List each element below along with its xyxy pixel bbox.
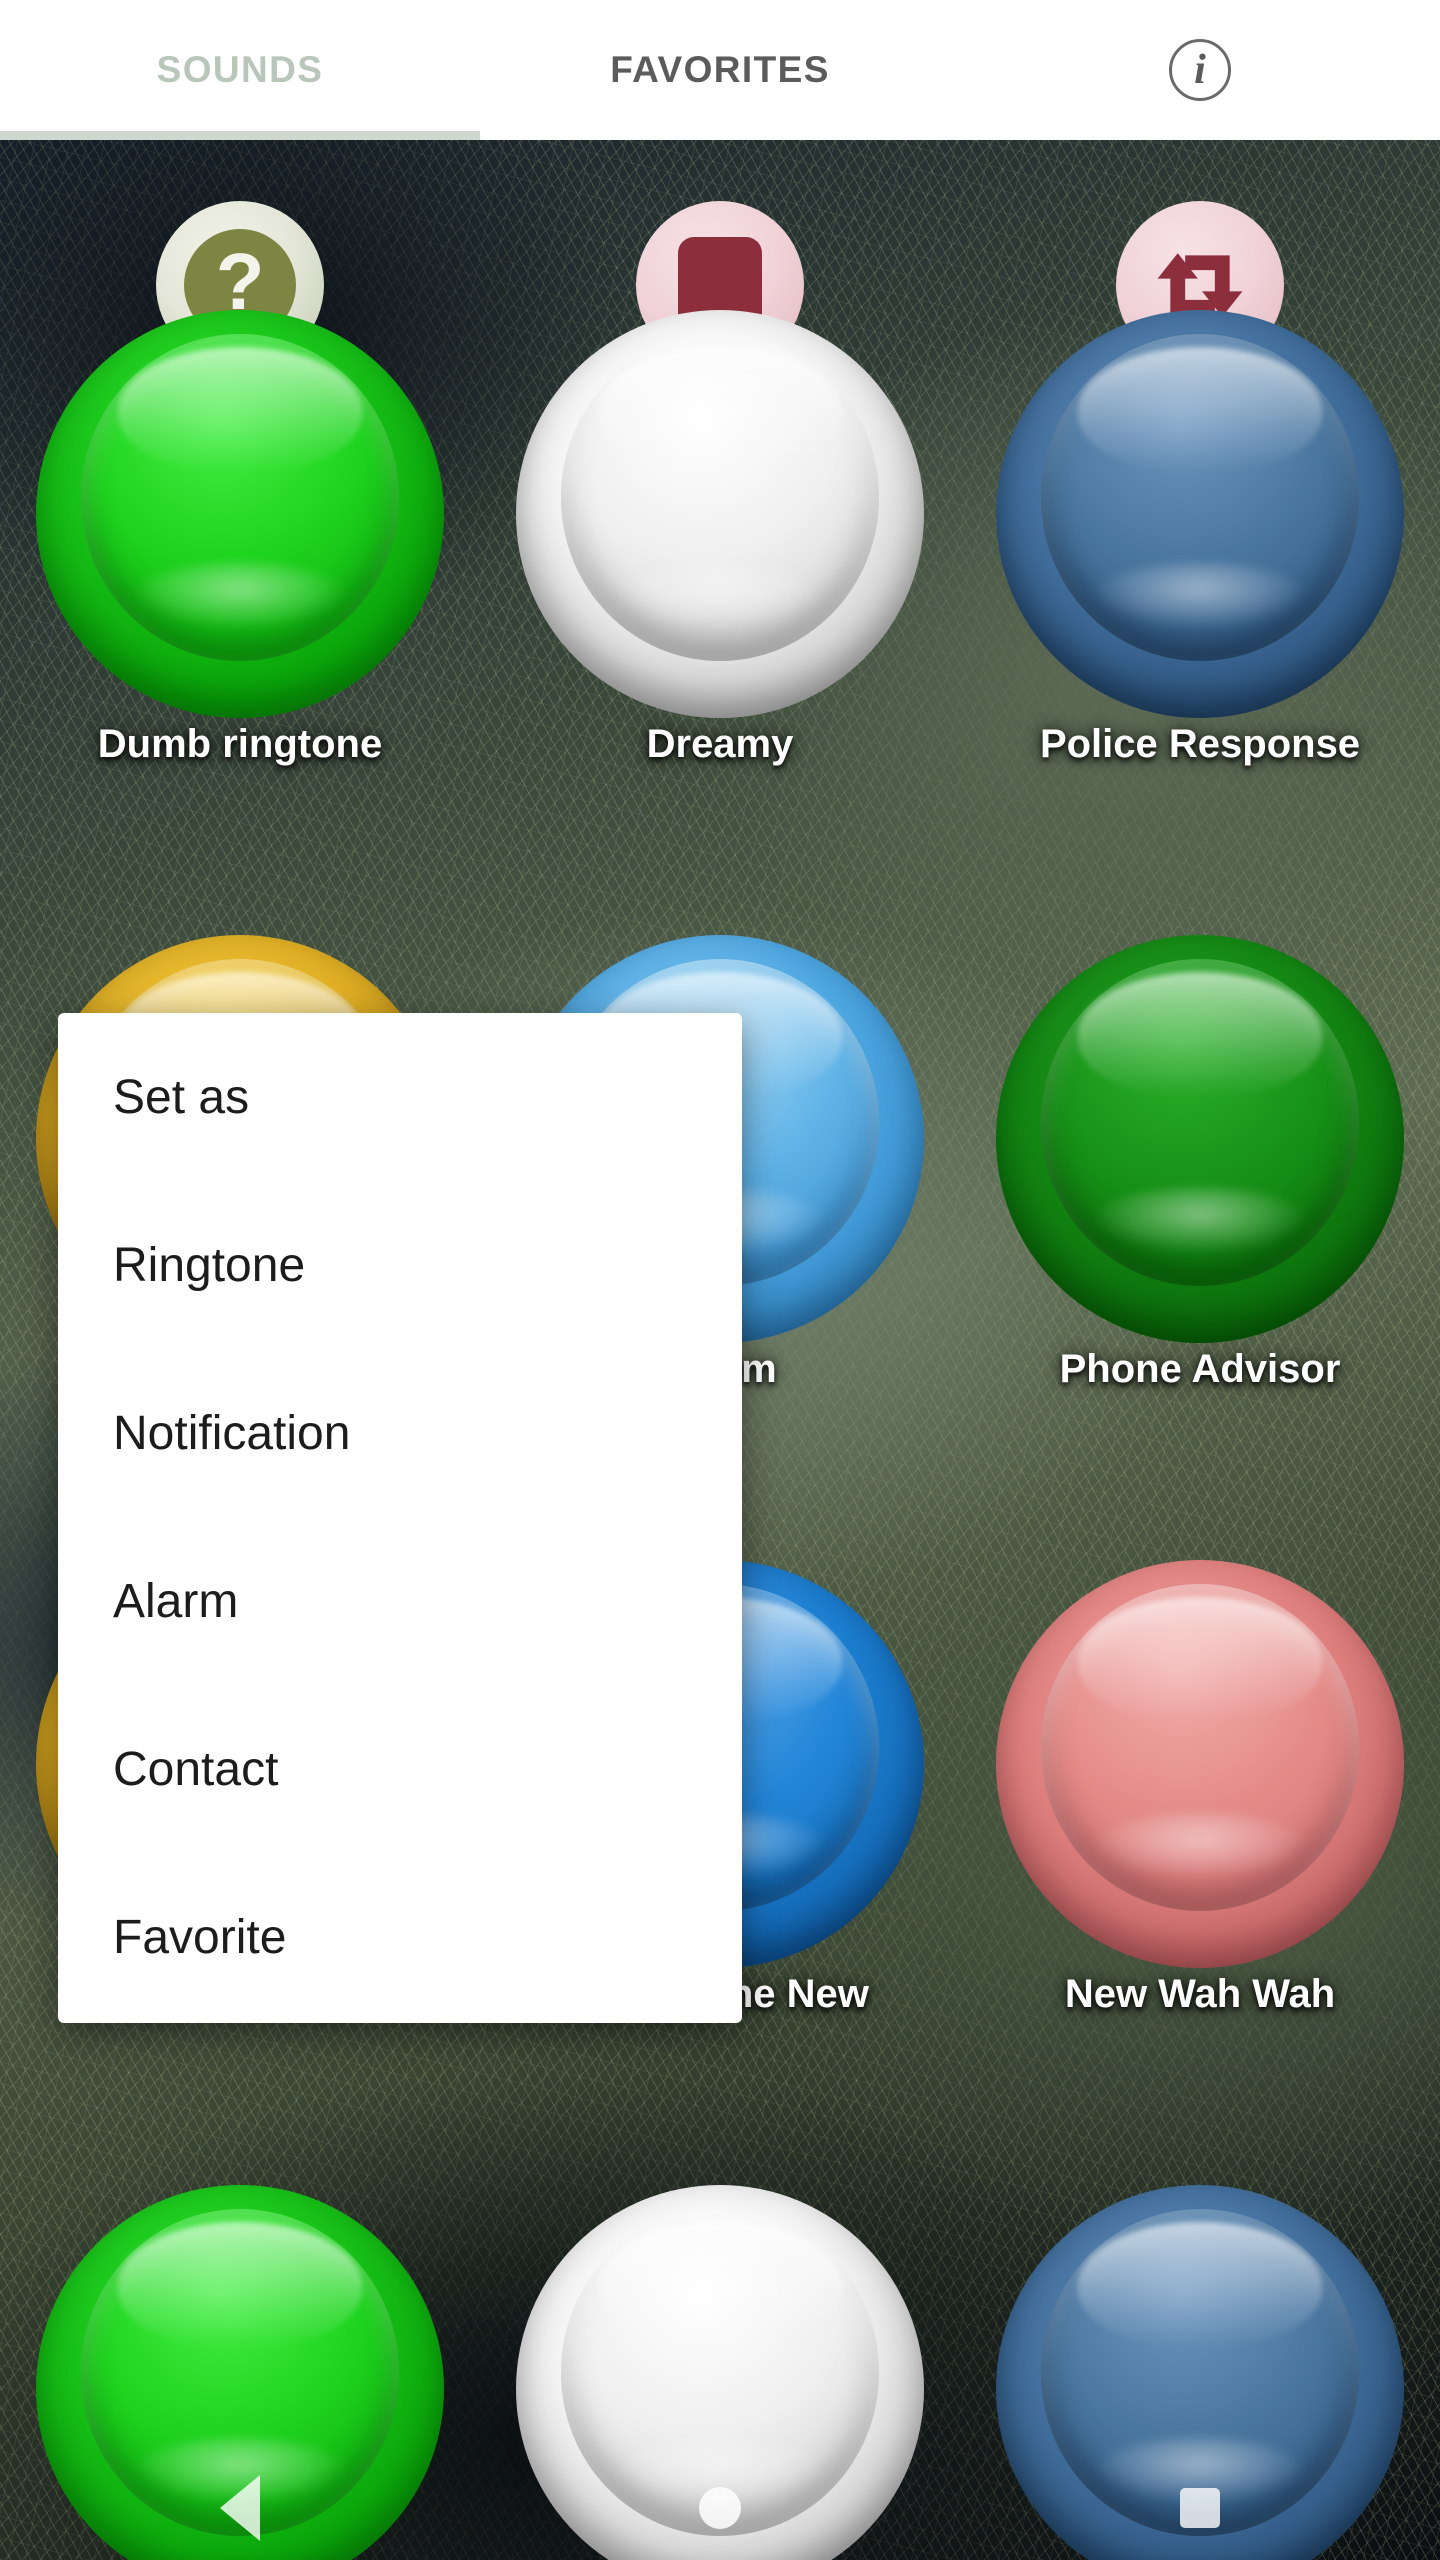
sound-cell[interactable]: Police Response — [960, 290, 1440, 930]
sound-button[interactable] — [516, 310, 924, 718]
sound-row: Dumb ringtone Dreamy Police Response — [0, 290, 1440, 930]
android-navigation-bar — [0, 2455, 1440, 2560]
sound-label: Dumb ringtone — [97, 722, 383, 766]
menu-item-notification[interactable]: Notification — [58, 1349, 742, 1517]
sound-button[interactable] — [996, 935, 1404, 1343]
sound-button[interactable] — [36, 310, 444, 718]
sound-cell[interactable]: Dumb ringtone — [0, 290, 480, 930]
sound-button[interactable] — [996, 1560, 1404, 1968]
button-gloss — [117, 2221, 363, 2349]
sound-label: New Wah Wah — [1064, 1972, 1336, 2016]
sound-label: Phone Advisor — [1059, 1347, 1341, 1391]
sound-cell[interactable]: New Wah Wah — [960, 1540, 1440, 2180]
popup-header: Set as — [113, 1070, 250, 1124]
sound-label: Police Response — [1039, 722, 1361, 766]
recents-button[interactable] — [960, 2487, 1440, 2528]
button-lowlight — [1093, 1812, 1307, 1879]
menu-item-ringtone[interactable]: Ringtone — [58, 1181, 742, 1349]
info-button[interactable]: i — [960, 0, 1440, 140]
sound-cell[interactable]: Phone Advisor — [960, 915, 1440, 1555]
home-button[interactable] — [480, 2486, 960, 2529]
recents-square-icon — [1180, 2487, 1220, 2528]
menu-item-favorite[interactable]: Favorite — [58, 1853, 742, 2021]
tab-bar: SOUNDS FAVORITES i — [0, 0, 1440, 140]
button-gloss — [1077, 971, 1323, 1099]
sound-label: Dreamy — [646, 722, 794, 766]
button-gloss — [597, 346, 843, 474]
menu-item-contact[interactable]: Contact — [58, 1685, 742, 1853]
button-lowlight — [133, 562, 347, 629]
menu-item-alarm[interactable]: Alarm — [58, 1517, 742, 1685]
tab-favorites[interactable]: FAVORITES — [480, 0, 960, 140]
sound-button[interactable] — [996, 310, 1404, 718]
info-icon: i — [1169, 39, 1231, 101]
back-triangle-icon — [220, 2474, 260, 2541]
button-lowlight — [1093, 1187, 1307, 1254]
button-gloss — [597, 2221, 843, 2349]
button-lowlight — [1093, 562, 1307, 629]
sound-cell[interactable]: Dreamy — [480, 290, 960, 930]
tab-favorites-label: FAVORITES — [610, 49, 830, 90]
set-as-popup-menu: Set as Ringtone Notification Alarm Conta… — [58, 1013, 742, 2023]
tab-sounds-label: SOUNDS — [156, 49, 324, 90]
button-gloss — [1077, 346, 1323, 474]
button-gloss — [1077, 2221, 1323, 2349]
info-glyph: i — [1194, 47, 1206, 93]
button-gloss — [1077, 1596, 1323, 1724]
button-lowlight — [613, 562, 827, 629]
tab-sounds[interactable]: SOUNDS — [0, 0, 480, 140]
button-gloss — [117, 346, 363, 474]
tab-indicator — [0, 131, 480, 140]
home-circle-icon — [699, 2486, 741, 2529]
back-button[interactable] — [0, 2474, 480, 2541]
